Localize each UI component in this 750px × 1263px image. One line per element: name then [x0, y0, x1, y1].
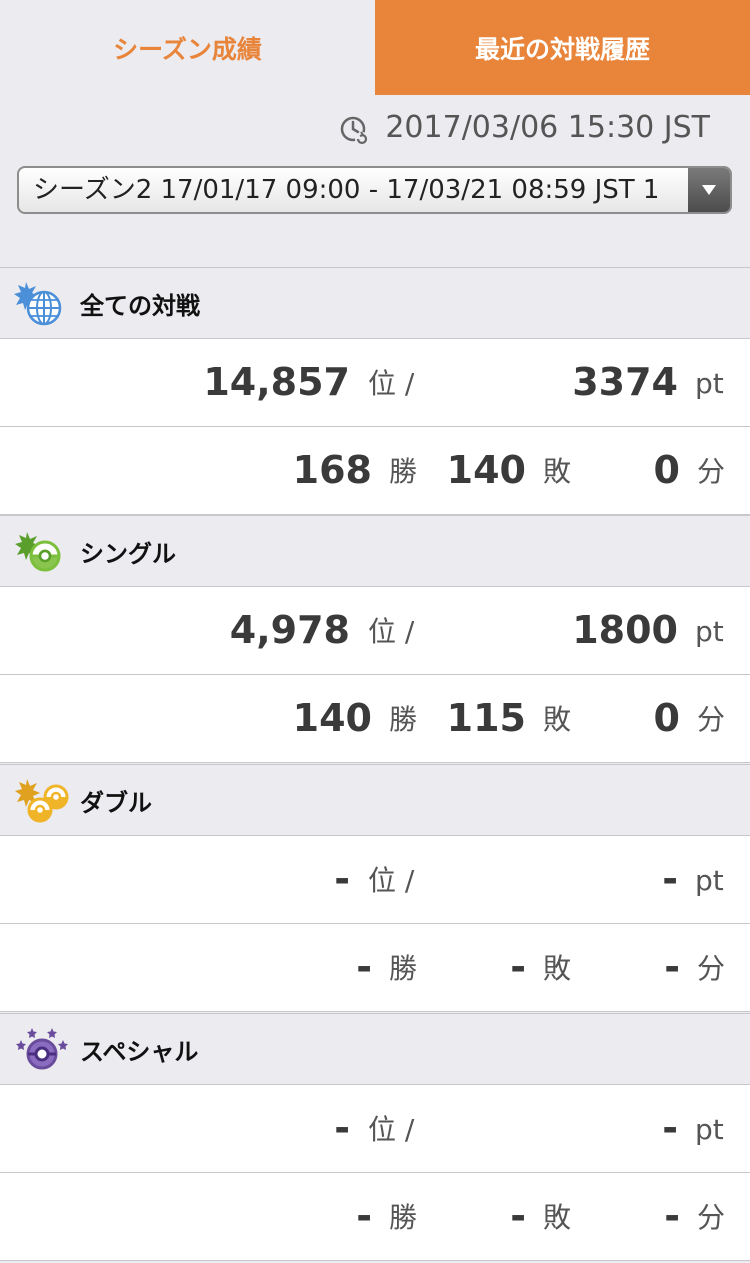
draws-value: 0 — [653, 448, 680, 492]
wins-unit: 勝 — [389, 952, 418, 985]
dropdown-arrow-icon[interactable] — [688, 168, 730, 212]
rank-unit: 位 / — [368, 615, 415, 648]
season-select-value: シーズン2 17/01/17 09:00 - 17/03/21 08:59 JS… — [33, 175, 660, 205]
win-loss-row: 140 勝 115 敗 0 分 — [0, 675, 750, 763]
special-battle-icon — [16, 1028, 68, 1070]
tab-recent-battles[interactable]: 最近の対戦履歴 — [375, 0, 750, 95]
points-unit: pt — [695, 864, 724, 897]
wins-value: 168 — [292, 448, 372, 492]
rank-points-row: - 位 / - pt — [0, 1085, 750, 1173]
rank-unit: 位 / — [368, 864, 415, 897]
section-header: スペシャル — [0, 1013, 750, 1085]
double-battle-icon — [15, 779, 69, 823]
season-select[interactable]: シーズン2 17/01/17 09:00 - 17/03/21 08:59 JS… — [17, 166, 732, 214]
rank-points-row: 4,978 位 / 1800 pt — [0, 587, 750, 675]
draws-value: 0 — [653, 696, 680, 740]
points-value: 3374 — [572, 360, 678, 404]
section-header: 全ての対戦 — [0, 267, 750, 339]
points-unit: pt — [695, 1113, 724, 1146]
wins-value: 140 — [292, 696, 372, 740]
section-single: シングル 4,978 位 / 1800 pt 140 勝 115 敗 0 分 — [0, 515, 750, 763]
timestamp-text: 2017/03/06 15:30 JST — [385, 110, 710, 145]
section-title: 全ての対戦 — [80, 291, 200, 320]
section-double: ダブル - 位 / - pt - 勝 - 敗 - 分 — [0, 764, 750, 1012]
win-loss-row: 168 勝 140 敗 0 分 — [0, 427, 750, 515]
points-unit: pt — [695, 367, 724, 400]
rank-value: 4,978 — [229, 608, 350, 652]
draws-unit: 分 — [697, 703, 726, 736]
globe-battle-icon — [14, 282, 62, 326]
losses-value: - — [510, 1194, 526, 1238]
section-title: スペシャル — [80, 1037, 199, 1066]
rank-value: 14,857 — [203, 360, 350, 404]
draws-unit: 分 — [697, 455, 726, 488]
win-loss-row: - 勝 - 敗 - 分 — [0, 1173, 750, 1261]
rank-points-row: - 位 / - pt — [0, 836, 750, 924]
tab-bar: シーズン成績 最近の対戦履歴 — [0, 0, 750, 95]
rank-unit: 位 / — [368, 367, 415, 400]
wins-unit: 勝 — [389, 455, 418, 488]
rank-value: - — [334, 857, 350, 901]
losses-value: 115 — [446, 696, 526, 740]
update-timestamp: 2017/03/06 15:30 JST — [339, 105, 710, 150]
win-loss-row: - 勝 - 敗 - 分 — [0, 924, 750, 1012]
draws-value: - — [664, 945, 680, 989]
losses-value: 140 — [446, 448, 526, 492]
single-battle-icon — [15, 532, 61, 572]
points-value: - — [662, 1106, 678, 1150]
rank-value: - — [334, 1106, 350, 1150]
points-value: 1800 — [572, 608, 678, 652]
section-title: ダブル — [80, 788, 152, 817]
points-value: - — [662, 857, 678, 901]
losses-unit: 敗 — [543, 703, 572, 736]
losses-unit: 敗 — [543, 952, 572, 985]
section-title: シングル — [80, 539, 176, 568]
section-header: ダブル — [0, 764, 750, 836]
tab-season-results[interactable]: シーズン成績 — [0, 0, 375, 95]
points-unit: pt — [695, 615, 724, 648]
losses-unit: 敗 — [543, 1201, 572, 1234]
wins-value: - — [356, 1194, 372, 1238]
wins-value: - — [356, 945, 372, 989]
section-header: シングル — [0, 515, 750, 587]
draws-value: - — [664, 1194, 680, 1238]
rank-unit: 位 / — [368, 1113, 415, 1146]
section-all-battles: 全ての対戦 14,857 位 / 3374 pt 168 勝 140 敗 0 分 — [0, 267, 750, 515]
section-special: スペシャル - 位 / - pt - 勝 - 敗 - 分 — [0, 1013, 750, 1261]
draws-unit: 分 — [697, 952, 726, 985]
rank-points-row: 14,857 位 / 3374 pt — [0, 339, 750, 427]
refresh-clock-icon — [341, 116, 370, 146]
wins-unit: 勝 — [389, 1201, 418, 1234]
wins-unit: 勝 — [389, 703, 418, 736]
draws-unit: 分 — [697, 1201, 726, 1234]
losses-unit: 敗 — [543, 455, 572, 488]
losses-value: - — [510, 945, 526, 989]
